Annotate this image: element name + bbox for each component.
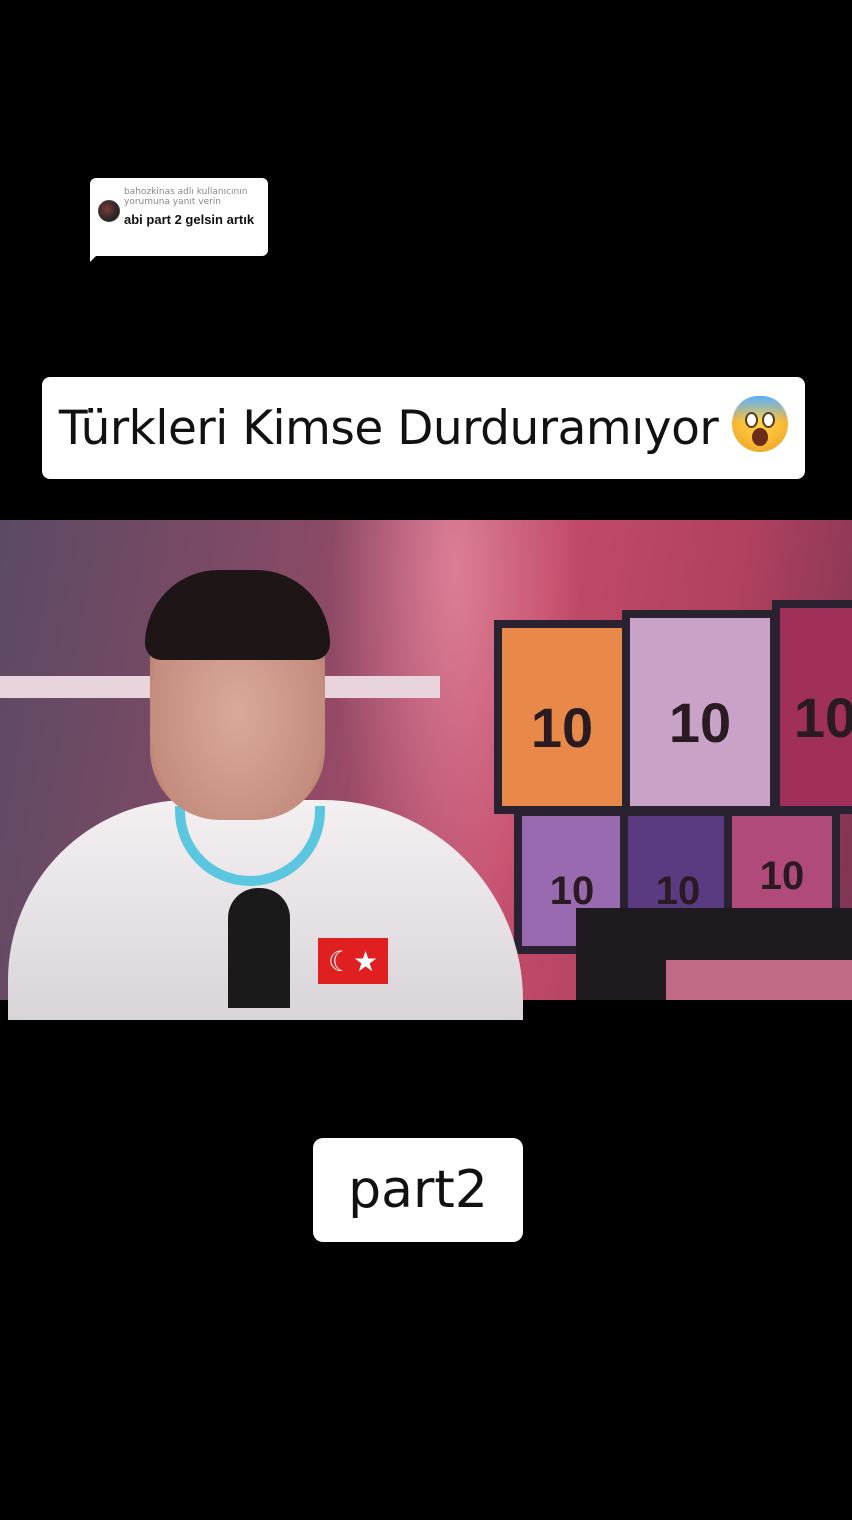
part-caption: part2 <box>313 1138 523 1242</box>
commenter-avatar <box>98 200 120 222</box>
reply-comment-bubble[interactable]: bahozkinas adlı kullanıcının yorumuna ya… <box>90 178 268 256</box>
turkish-flag-icon: ☾★ <box>318 938 388 984</box>
framed-jersey: 10 <box>494 620 630 814</box>
microphone <box>228 888 290 1008</box>
framed-jersey: 10 <box>772 600 852 814</box>
title-caption: Türkleri Kimse Durduramıyor <box>42 377 805 479</box>
framed-jersey: 10 <box>724 808 840 924</box>
face-screaming-in-fear-icon <box>732 396 789 452</box>
title-text: Türkleri Kimse Durduramıyor <box>58 400 719 456</box>
part-text: part2 <box>348 1160 488 1220</box>
framed-jersey: 10 <box>622 610 778 814</box>
reply-bubble-tail <box>90 250 102 262</box>
desk <box>576 908 852 1000</box>
reply-meta-text: bahozkinas adlı kullanıcının yorumuna ya… <box>124 187 248 207</box>
reply-comment-text: abi part 2 gelsin artık <box>124 212 255 227</box>
